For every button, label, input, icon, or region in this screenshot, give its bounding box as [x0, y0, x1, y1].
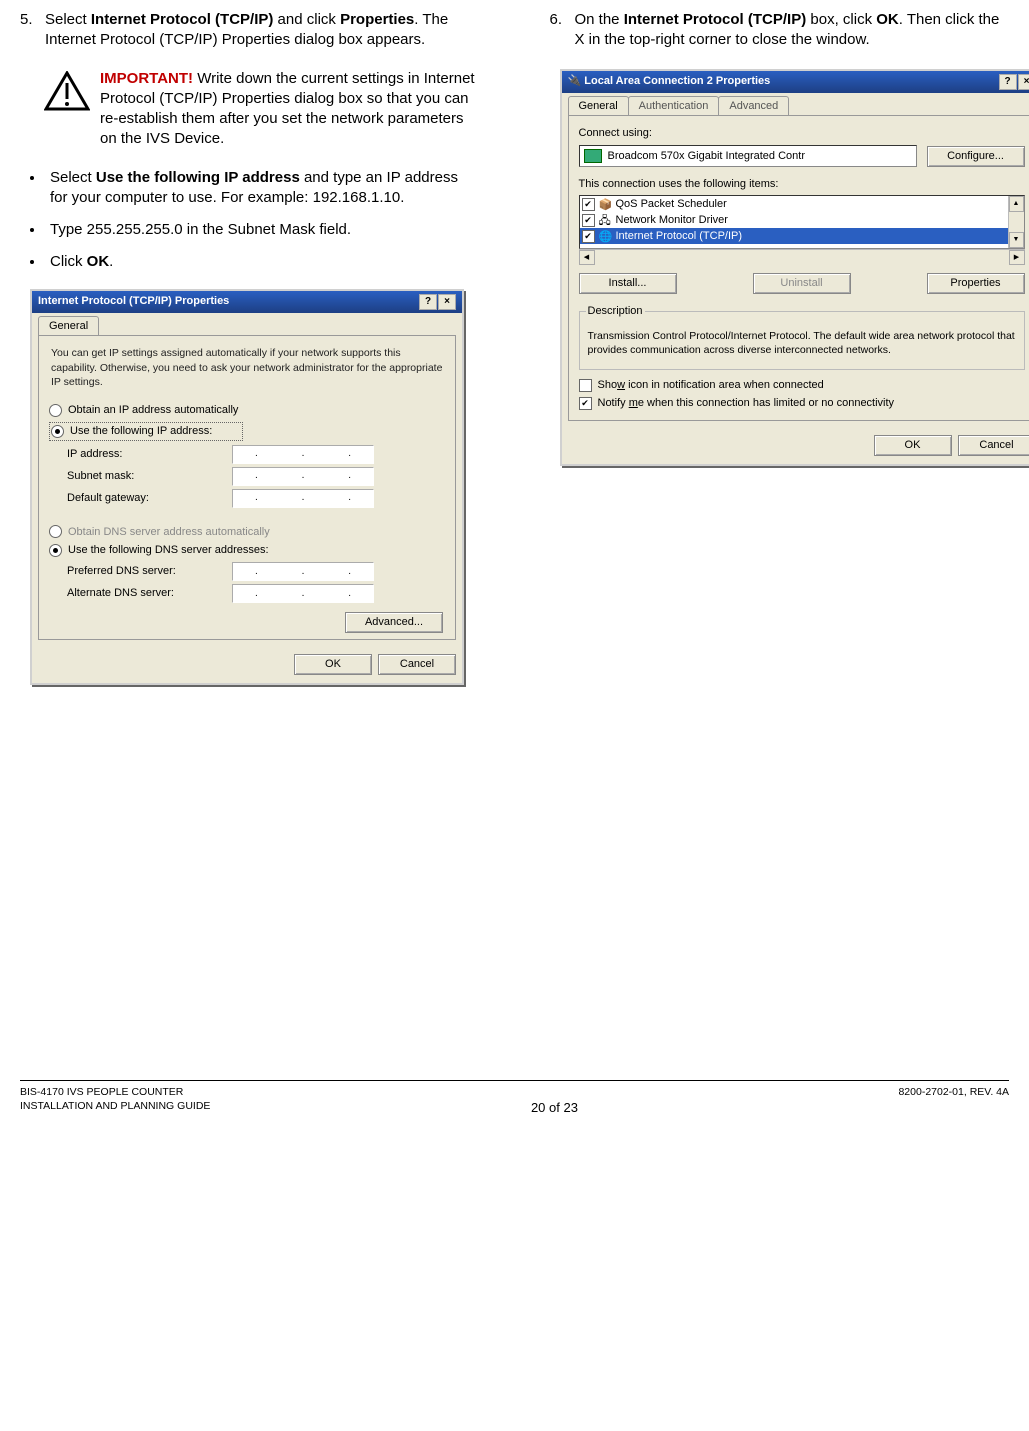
advanced-button[interactable]: Advanced... [345, 612, 443, 633]
radio-use-following-dns[interactable]: Use the following DNS server addresses: [49, 543, 445, 558]
label-uses-following: This connection uses the following items… [579, 177, 1025, 192]
step-6: 6. On the Internet Protocol (TCP/IP) box… [550, 10, 1010, 51]
list-item: QoS Packet Scheduler [616, 197, 727, 212]
close-icon[interactable]: × [438, 294, 456, 310]
radio-obtain-ip-auto[interactable]: Obtain an IP address automatically [49, 403, 445, 418]
preferred-dns-field[interactable]: ... [232, 562, 374, 581]
warning-icon [44, 69, 100, 150]
properties-button[interactable]: Properties [927, 273, 1025, 294]
ok-button[interactable]: OK [294, 654, 372, 675]
dialog1-tabs: General [32, 313, 462, 336]
footer-left: BIS-4170 IVS PEOPLE COUNTER INSTALLATION… [20, 1085, 210, 1113]
step-5: 5. Select Internet Protocol (TCP/IP) and… [20, 10, 480, 51]
dialog2-tabs: General Authentication Advanced [562, 93, 1029, 116]
dialog1-titlebar: Internet Protocol (TCP/IP) Properties ? … [32, 291, 462, 313]
tab-general[interactable]: General [38, 316, 99, 336]
tcpip-properties-dialog: Internet Protocol (TCP/IP) Properties ? … [30, 289, 464, 685]
radio-obtain-dns-auto: Obtain DNS server address automatically [49, 525, 445, 540]
install-button[interactable]: Install... [579, 273, 677, 294]
radio-use-following-ip[interactable]: Use the following IP address: [49, 422, 243, 441]
description-box: Description Transmission Control Protoco… [579, 304, 1025, 370]
description-text: Transmission Control Protocol/Internet P… [586, 327, 1018, 359]
page-number: 20 of 23 [210, 1085, 898, 1117]
bullet-1: Select Use the following IP address and … [45, 168, 480, 209]
label-default-gateway: Default gateway: [49, 491, 232, 506]
page-footer: BIS-4170 IVS PEOPLE COUNTER INSTALLATION… [20, 1080, 1009, 1117]
step-5-text: Select Internet Protocol (TCP/IP) and cl… [45, 10, 480, 51]
ip-address-field[interactable]: ... [232, 445, 374, 464]
tab-general[interactable]: General [568, 96, 629, 116]
default-gateway-field[interactable]: ... [232, 489, 374, 508]
bullet-3: Click OK. [45, 252, 480, 272]
uninstall-button[interactable]: Uninstall [753, 273, 851, 294]
step-6-text: On the Internet Protocol (TCP/IP) box, c… [575, 10, 1010, 51]
configure-button[interactable]: Configure... [927, 146, 1025, 167]
cancel-button[interactable]: Cancel [378, 654, 456, 675]
lan-connection-properties-dialog: 🔌 Local Area Connection 2 Properties ? ×… [560, 69, 1029, 466]
label-subnet-mask: Subnet mask: [49, 469, 232, 484]
dialog2-titlebar: 🔌 Local Area Connection 2 Properties ? × [562, 71, 1029, 93]
label-alternate-dns: Alternate DNS server: [49, 586, 232, 601]
dialog2-title: Local Area Connection 2 Properties [584, 75, 770, 87]
subnet-mask-field[interactable]: ... [232, 467, 374, 486]
help-icon[interactable]: ? [999, 74, 1017, 90]
step-5-number: 5. [20, 10, 45, 51]
footer-right: 8200-2702-01, REV. 4A [898, 1085, 1009, 1099]
connection-items-list[interactable]: ✔📦 QoS Packet Scheduler ✔🖧 Network Monit… [579, 195, 1025, 249]
tab-advanced[interactable]: Advanced [718, 96, 789, 116]
list-item: Internet Protocol (TCP/IP) [616, 229, 743, 244]
ok-button[interactable]: OK [874, 435, 952, 456]
label-connect-using: Connect using: [579, 126, 1025, 141]
component-icon: 🌐 [599, 230, 613, 242]
label-preferred-dns: Preferred DNS server: [49, 564, 232, 579]
nic-name: Broadcom 570x Gigabit Integrated Contr [608, 149, 806, 164]
cancel-button[interactable]: Cancel [958, 435, 1029, 456]
vertical-scrollbar[interactable]: ▲▼ [1008, 196, 1024, 248]
important-note: IMPORTANT! Write down the current settin… [44, 69, 480, 150]
help-icon[interactable]: ? [419, 294, 437, 310]
dialog1-title: Internet Protocol (TCP/IP) Properties [38, 294, 229, 309]
important-note-text: IMPORTANT! Write down the current settin… [100, 69, 480, 150]
step-6-number: 6. [550, 10, 575, 51]
network-icon: 🔌 [568, 75, 585, 87]
list-item: Network Monitor Driver [616, 213, 728, 228]
component-icon: 🖧 [599, 214, 613, 226]
checkbox-show-icon[interactable]: Show icon in notification area when conn… [579, 378, 1025, 393]
dialog1-intro: You can get IP settings assigned automat… [49, 346, 445, 399]
close-icon[interactable]: × [1018, 74, 1029, 90]
instruction-bullets: Select Use the following IP address and … [20, 168, 480, 273]
label-ip-address: IP address: [49, 447, 232, 462]
checkbox-notify-limited[interactable]: ✔Notify me when this connection has limi… [579, 396, 1025, 411]
horizontal-scrollbar[interactable]: ◀▶ [579, 249, 1025, 265]
tab-authentication[interactable]: Authentication [628, 96, 720, 116]
component-icon: 📦 [599, 198, 613, 210]
alternate-dns-field[interactable]: ... [232, 584, 374, 603]
bullet-2: Type 255.255.255.0 in the Subnet Mask fi… [45, 220, 480, 240]
description-legend: Description [586, 304, 645, 319]
nic-icon [584, 149, 602, 163]
